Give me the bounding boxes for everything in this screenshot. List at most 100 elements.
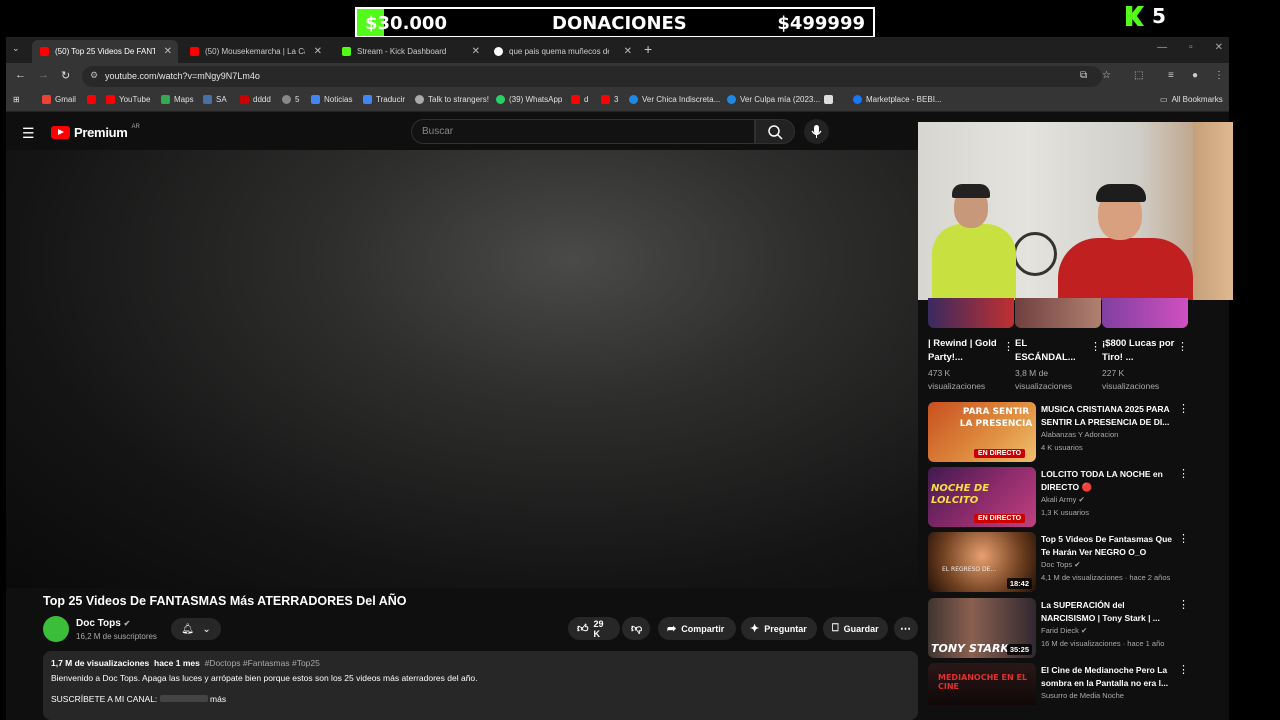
bookmark-3[interactable]: 3 — [601, 95, 618, 104]
video-description[interactable]: 1,7 M de visualizaciones hace 1 mes #Doc… — [43, 651, 918, 720]
reload-icon[interactable]: ↻ — [61, 69, 70, 82]
close-icon[interactable]: ✕ — [314, 46, 322, 57]
more-vertical-icon[interactable]: ⋮ — [1003, 340, 1014, 353]
bookmark-chica-indiscreta[interactable]: Ver Chica Indiscreta... — [629, 95, 720, 104]
tab-label: (50) Top 25 Videos De FANTASMAS — [55, 47, 155, 56]
more-vertical-icon[interactable]: ⋮ — [1178, 402, 1189, 415]
bookmark-whatsapp[interactable]: (39) WhatsApp — [496, 95, 562, 104]
sparkle-icon: ✦ — [750, 623, 760, 635]
recommended-video[interactable]: PARA SENTIR LA PRESENCIA EN DIRECTO MUSI… — [928, 402, 1189, 462]
youtube-premium-logo[interactable]: Premium AR — [51, 124, 140, 140]
short-card[interactable]: EL ESCÁNDAL... 3,8 M de visualizaciones … — [1015, 298, 1101, 393]
close-icon[interactable]: ✕ — [624, 46, 632, 57]
recommended-video[interactable]: EL REGRESO DE... 18:42 Top 5 Videos De F… — [928, 532, 1189, 592]
tab-google-search[interactable]: que pais quema muñecos de fin ✕ — [486, 40, 638, 63]
bookmark-gmail[interactable]: Gmail — [42, 95, 76, 104]
youtube-logo-icon — [51, 126, 70, 139]
bookmark-marketplace[interactable]: Marketplace - BEBI... — [853, 95, 942, 104]
chevron-down-icon: ⌄ — [202, 623, 211, 635]
channel-avatar[interactable] — [43, 616, 69, 642]
bookmark-d[interactable]: d — [571, 95, 588, 104]
bookmark-youtube-1[interactable] — [87, 95, 96, 104]
forward-icon[interactable]: → — [38, 69, 49, 81]
minimize-icon[interactable]: — — [1157, 42, 1167, 53]
video-thumbnail[interactable]: EL REGRESO DE... 18:42 — [928, 532, 1036, 592]
more-vertical-icon[interactable]: ⋮ — [1178, 663, 1188, 676]
bell-icon: 🔔︎ — [181, 623, 194, 635]
close-window-icon[interactable]: ✕ — [1215, 42, 1223, 53]
hamburger-menu-icon[interactable]: ☰ — [22, 125, 35, 142]
close-icon[interactable]: ✕ — [164, 46, 172, 57]
apps-icon[interactable]: ⊞ — [13, 95, 20, 104]
save-button[interactable]: ⎕ Guardar — [823, 617, 888, 640]
new-tab-button[interactable]: + — [644, 41, 652, 57]
like-button[interactable]: 👍︎ 29 K — [568, 617, 620, 640]
search-input[interactable]: Buscar — [411, 119, 755, 144]
bookmark-star-icon[interactable]: ☆ — [1102, 70, 1111, 81]
more-vertical-icon[interactable]: ⋮ — [1178, 598, 1189, 611]
maximize-icon[interactable]: ▫ — [1189, 42, 1193, 53]
short-thumbnail[interactable] — [1015, 298, 1101, 328]
channel-name[interactable]: Doc Tops ✔ — [76, 618, 130, 629]
back-icon[interactable]: ← — [15, 69, 26, 81]
video-meta: 1,3 K usuarios — [1041, 508, 1089, 517]
share-button[interactable]: ➦ Compartir — [658, 617, 736, 640]
ask-button[interactable]: ✦ Preguntar — [741, 617, 817, 640]
short-card[interactable]: ¡$800 Lucas por Tiro! ... 227 K visualiz… — [1102, 298, 1188, 393]
voice-search-button[interactable] — [804, 119, 829, 144]
channel-name: Akali Army ✔ — [1041, 495, 1085, 504]
recommended-video[interactable]: NOCHE DE LOLCITO EN DIRECTO LOLCITO TODA… — [928, 467, 1189, 527]
tab-youtube-fantasmas[interactable]: (50) Top 25 Videos De FANTASMAS ✕ — [32, 40, 178, 63]
video-thumbnail[interactable]: PARA SENTIR LA PRESENCIA EN DIRECTO — [928, 402, 1036, 462]
video-thumbnail[interactable]: TONY STARK 35:25 — [928, 598, 1036, 658]
address-bar[interactable]: ⚙ youtube.com/watch?v=mNgy9N7Lm4o — [82, 66, 1102, 87]
bookmark-sa[interactable]: SA — [203, 95, 227, 104]
more-actions-button[interactable]: ⋯ — [894, 617, 918, 640]
menu-icon[interactable]: ⋮ — [1214, 70, 1224, 81]
bookmark-dddd[interactable]: dddd — [240, 95, 271, 104]
all-bookmarks[interactable]: ▭ All Bookmarks — [1160, 95, 1223, 104]
bookmark-talk-to-strangers[interactable]: Talk to strangers! — [415, 95, 489, 104]
short-card[interactable]: | Rewind | Gold Party!... 473 K visualiz… — [928, 298, 1014, 393]
more-vertical-icon[interactable]: ⋮ — [1090, 340, 1101, 353]
upload-date: hace 1 mes — [154, 658, 200, 668]
more-vertical-icon[interactable]: ⋮ — [1178, 532, 1189, 545]
hashtags[interactable]: #Doctops #Fantasmas #Top25 — [205, 658, 320, 668]
profile-icon[interactable]: ● — [1192, 70, 1198, 81]
donations-current: $30.000 — [365, 13, 447, 34]
tab-youtube-mousekemarcha[interactable]: (50) Mousekemarcha | La Casa... ✕ — [182, 40, 328, 63]
install-icon[interactable]: ⧉ — [1080, 70, 1087, 81]
video-thumbnail[interactable]: MEDIANOCHE EN EL CINE — [928, 663, 1036, 705]
subscription-bell-button[interactable]: 🔔︎ ⌄ — [171, 618, 221, 640]
bookmark-5[interactable]: 5 — [282, 95, 299, 104]
tab-strip: ⌄ (50) Top 25 Videos De FANTASMAS ✕ (50)… — [6, 37, 1229, 63]
bookmark-maps[interactable]: Maps — [161, 95, 194, 104]
bookmark-youtube[interactable]: YouTube — [106, 95, 150, 104]
verified-icon: ✔ — [1074, 560, 1081, 569]
tab-search-icon[interactable]: ⌄ — [12, 43, 20, 54]
video-thumbnail[interactable]: NOCHE DE LOLCITO EN DIRECTO — [928, 467, 1036, 527]
video-title: El Cine de Medianoche Pero La sombra en … — [1041, 665, 1169, 688]
show-more-link[interactable]: más — [210, 694, 226, 704]
short-thumbnail[interactable] — [1102, 298, 1188, 328]
extensions-icon[interactable]: ⬚ — [1134, 70, 1143, 81]
channel-name: Alabanzas Y Adoracion — [1041, 430, 1119, 439]
tab-kick-dashboard[interactable]: Stream - Kick Dashboard ✕ — [334, 40, 486, 63]
bookmark-qr[interactable] — [824, 95, 833, 104]
media-icon[interactable]: ≡ — [1168, 70, 1174, 81]
video-player[interactable] — [6, 150, 918, 588]
bookmark-noticias[interactable]: Noticias — [311, 95, 352, 104]
recommended-video[interactable]: MEDIANOCHE EN EL CINE El Cine de Mediano… — [928, 663, 1188, 705]
close-icon[interactable]: ✕ — [472, 46, 480, 57]
bookmark-traducir[interactable]: Traducir — [363, 95, 405, 104]
tab-label: que pais quema muñecos de fin — [509, 47, 609, 56]
google-icon — [494, 47, 503, 56]
bookmark-culpa-mia[interactable]: Ver Culpa mía (2023... — [727, 95, 820, 104]
short-thumbnail[interactable] — [928, 298, 1014, 328]
dislike-button[interactable]: 👎︎ — [622, 617, 650, 640]
more-vertical-icon[interactable]: ⋮ — [1177, 340, 1188, 353]
more-vertical-icon[interactable]: ⋮ — [1178, 467, 1189, 480]
site-info-icon[interactable]: ⚙ — [90, 70, 98, 81]
recommended-video[interactable]: TONY STARK 35:25 La SUPERACIÓN del NARCI… — [928, 598, 1189, 658]
search-button[interactable] — [755, 119, 795, 144]
